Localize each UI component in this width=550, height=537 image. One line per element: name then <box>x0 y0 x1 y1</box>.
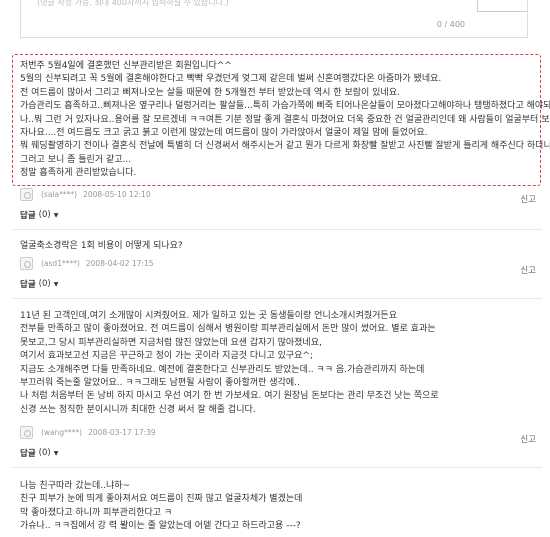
comment-line: 저번주 5월4일에 결혼했던 신부관리받은 회원입니다^^ <box>20 61 232 71</box>
comment-input[interactable]: (댓글 작성 가능, 최대 400자까지 입력하실 수 있습니다.) <box>20 0 528 38</box>
reply-count: (0) <box>38 279 51 289</box>
reply-label: 답글 <box>20 280 36 290</box>
comment-author: (asd1****) <box>41 258 80 268</box>
comment-line: 가슈나.. ㅋㅋ집에서 강 력 봘이는 줄 알았는데 어뎉 간다고 하드라고용 … <box>20 521 301 532</box>
comment-line: 가슴관리도 흡족하고..삐져나온 옆구리나 덜렁거리는 팔살들...특히 가슴가… <box>20 101 550 112</box>
comment-line: 정말 흡족하게 관리받았습니다. <box>20 168 137 179</box>
comment-line: 전 여드름이 많아서 그리고 삐져나오는 살들 때문에 한 5개월전 부터 받았… <box>20 87 400 98</box>
comment-meta: (wang****) 2008-03-17 17:39 <box>20 425 156 439</box>
comment-date: 2008-04-02 17:15 <box>85 258 154 268</box>
comment-line: 막 좋아졌다고 하니까 피부관리한다고 ㅋ <box>20 507 173 518</box>
reply-count: (0) <box>38 210 51 220</box>
comment-line: 5월의 신부되려고 꼭 5월에 결혼해야한다고 빡빡 우겼던게 엊그제 같은데 … <box>20 74 442 85</box>
comment-line: 못보고,그 당시 피부관리실하면 지금처럼 많진 않았는데 요샌 갑자기 많아졌… <box>20 337 322 348</box>
comment-line: 여기서 효과보고선 지금은 꾸근하고 정이 가는 곳이라 지금것 다니고 있구요… <box>20 351 314 362</box>
comment-date: 2008-03-17 17:39 <box>88 427 156 437</box>
comment-line: 그러고 보니 좀 틀린거 같고... <box>20 154 132 165</box>
comment-meta: (asd1****) 2008-04-02 17:15 <box>20 256 153 270</box>
divider <box>12 229 542 230</box>
comment-line: 지금도 소개해주면 다들 만족하네요. 예전에 결혼한다고 신부관리도 받았는데… <box>20 364 425 375</box>
comment-date: 2008-05-10 12:10 <box>83 189 151 199</box>
comment-line: 자나요....전 여드름도 크고 굵고 붉고 이런게 많았는데 여드름이 많이 … <box>20 128 428 139</box>
comment-line: 전부들 만족하고 많이 좋아졌어요. 전 여드름이 심해서 병원이랑 피부관리실… <box>20 324 436 335</box>
divider <box>12 298 542 299</box>
comment-line: 나..뭐 그런 거 있자나요..용어를 잘 모르겠네 ㅋㅋ여튼 기분 정말 좋게… <box>20 114 550 125</box>
report-button[interactable]: 신고 <box>520 193 536 205</box>
chevron-down-icon: ▼ <box>53 211 59 219</box>
divider <box>12 467 542 468</box>
comment-line: 나 처럼 처음부터 돈 낭비 하지 마시고 우선 여기 한 번 가보세요. 여기… <box>20 391 439 402</box>
submit-button[interactable] <box>477 0 527 12</box>
reply-count: (0) <box>38 448 51 458</box>
reply-label: 답글 <box>20 211 36 221</box>
comment-line: 나능 친구따라 갔는데..냐하~ <box>20 481 131 491</box>
comment-line: 친구 피부가 눈에 띄게 좋아져서요 여드름이 진짜 많고 얼굴자체가 별겠는데 <box>20 494 303 505</box>
comment-line: 11년 된 고객인데,여기 소개많이 시켜줬어요. 제가 일하고 있는 곳 동생… <box>20 311 397 321</box>
avatar <box>20 187 33 201</box>
comment-author: (wang****) <box>41 427 83 437</box>
chevron-down-icon: ▼ <box>53 449 59 457</box>
comment-line: 뭐 웨딩촬영하기 전이나 결혼식 전날에 특별히 더 신경써서 해주시는거 같고… <box>20 141 550 152</box>
comment-body: 나능 친구따라 갔는데..냐하~ 친구 피부가 눈에 띄게 좋아져서요 여드름이… <box>20 480 520 534</box>
avatar <box>20 425 33 439</box>
comment-body: 11년 된 고객인데,여기 소개많이 시켜줬어요. 제가 일하고 있는 곳 동생… <box>20 310 520 417</box>
reply-toggle[interactable]: 답글 (0) ▼ <box>20 447 58 459</box>
comment-line: 부끄러워 죽는줄 알았어요.. ㅋㅋ그래도 남편될 사람이 좋아할꺼란 생각에.… <box>20 378 300 389</box>
report-button[interactable]: 신고 <box>520 433 536 445</box>
chevron-down-icon: ▼ <box>53 280 59 288</box>
reply-toggle[interactable]: 답글 (0) ▼ <box>20 209 58 221</box>
comment-author: (sala****) <box>41 189 78 199</box>
reply-label: 답글 <box>20 449 36 459</box>
reply-toggle[interactable]: 답글 (0) ▼ <box>20 278 58 290</box>
report-button[interactable]: 신고 <box>520 264 536 276</box>
comment-line: 얼굴축소경락은 1회 비용이 어떻게 되나요? <box>20 241 183 251</box>
comment-body: 얼굴축소경락은 1회 비용이 어떻게 되나요? <box>20 240 520 253</box>
avatar <box>20 256 33 270</box>
comment-input-placeholder: (댓글 작성 가능, 최대 400자까지 입력하실 수 있습니다.) <box>37 0 229 7</box>
comment-meta: (sala****) 2008-05-10 12:10 <box>20 187 151 201</box>
comment-body: 저번주 5월4일에 결혼했던 신부관리받은 회원입니다^^ 5월의 신부되려고 … <box>20 60 550 181</box>
char-counter: 0 / 400 <box>436 20 465 29</box>
comment-line: 신경 쓰는 정직한 분이시니까 최대한 신경 써서 잘 해줄 겁니다. <box>20 404 256 415</box>
